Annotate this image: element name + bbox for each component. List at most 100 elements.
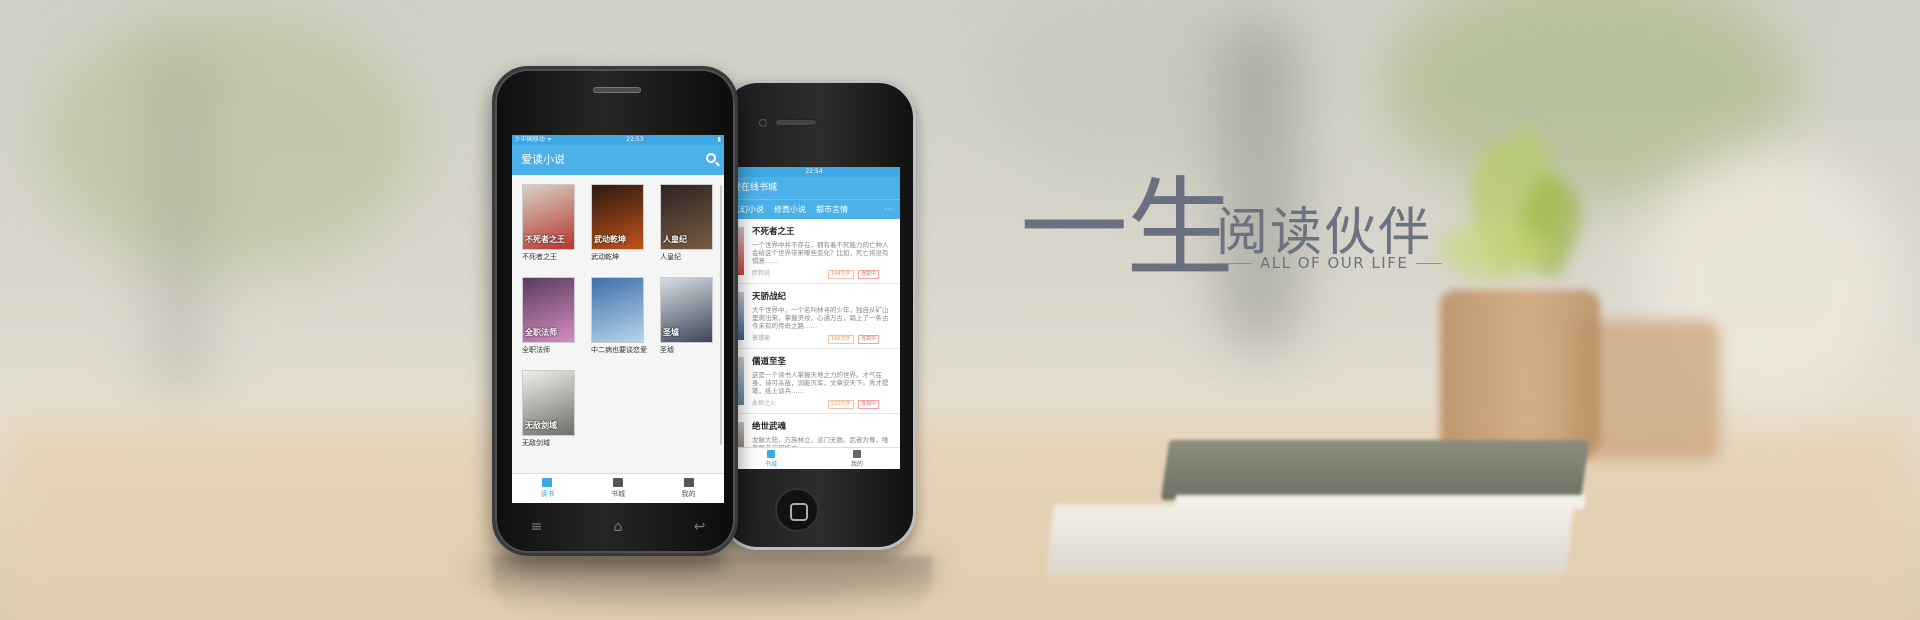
book-item[interactable]: 中二病也要谈恋爱 <box>591 277 647 362</box>
book-cover-text: 人皇纪 <box>663 235 687 244</box>
book-cover-text: 武动乾坤 <box>594 235 626 244</box>
speaker-grille <box>775 119 817 126</box>
book-title: 武动乾坤 <box>591 253 619 261</box>
book-description: 这是一个读书人掌握天地之力的世界。才气在身，诗可杀敌，词能灭军，文章安天下。秀才… <box>752 371 889 395</box>
phone-reflection <box>492 556 932 616</box>
bottom-nav: 书城 我的 <box>728 447 900 469</box>
tagline: 一生 阅读伙伴 ALL OF OUR LIFE <box>1020 167 1442 292</box>
nav-label: 我的 <box>681 490 696 498</box>
word-count-badge: 144万字 <box>828 270 854 279</box>
tagline-english: ALL OF OUR LIFE <box>1260 254 1409 272</box>
status-carrier: 3·中国移动 ᯤ <box>515 136 553 143</box>
nav-bookstore[interactable]: 书城 <box>728 448 814 469</box>
iphone-device: 22:54 爱在线书城 玄幻小说 修真小说 都市言情 ··· 不死者之王 一个世… <box>720 80 916 550</box>
home-key-icon[interactable]: ⌂ <box>614 519 623 535</box>
plant-pot <box>1440 290 1600 460</box>
search-icon[interactable] <box>706 153 716 163</box>
book-title: 圣墟 <box>660 346 674 354</box>
home-button[interactable] <box>775 488 819 532</box>
tab-xiuzhen[interactable]: 修真小说 <box>774 204 806 215</box>
app-title: 爱在线书城 <box>732 183 778 193</box>
book-item[interactable]: 无敌剑域 无敌剑域 <box>522 370 578 455</box>
book-item[interactable]: 圣墟 圣墟 <box>660 277 716 362</box>
nav-label: 我的 <box>850 461 863 468</box>
nav-mine[interactable]: 我的 <box>653 474 724 503</box>
book-cover-text: 圣墟 <box>663 328 679 337</box>
camera-icon <box>759 119 767 127</box>
book-cover: 全职法师 <box>522 277 575 343</box>
book-title: 不死者之王 <box>522 253 557 261</box>
android-screen: 3·中国移动 ᯤ 22:53 ▮ 爱读小说 不死者之王 不死者之王 武动乾坤 武动乾坤… <box>512 135 724 503</box>
status-badge: 连载中 <box>858 270 880 279</box>
tagline-big: 一生 <box>1020 167 1234 292</box>
book-item[interactable]: 不死者之王 不死者之王 <box>522 184 578 269</box>
book-cover-text: 不死者之王 <box>525 235 565 244</box>
background-book <box>1160 440 1590 500</box>
bookstore-icon <box>767 450 775 458</box>
background-book-pages <box>1174 495 1586 509</box>
app-title: 爱读小说 <box>521 153 565 166</box>
status-bar: 22:54 <box>728 167 900 177</box>
book-cover: 圣墟 <box>660 277 713 343</box>
book-description: 大千世界中，一个名叫林寻的少年，独自从矿山里爬出来，掌握灵纹，心通万古，踏上了一… <box>752 306 889 330</box>
book-cover-text: 无敌剑域 <box>525 421 557 430</box>
book-cover: 人皇纪 <box>660 184 713 250</box>
book-cover-text: 全职法师 <box>525 328 557 337</box>
bookshelf-grid: 不死者之王 不死者之王 武动乾坤 武动乾坤 人皇纪 人皇纪 全职法师 全职法师 中二病也要谈恋爱… <box>512 175 724 455</box>
nav-mine[interactable]: 我的 <box>814 448 900 469</box>
nav-label: 书城 <box>611 490 625 498</box>
battery-icon: ▮ <box>717 136 721 143</box>
book-title: 人皇纪 <box>660 253 681 261</box>
status-time: 22:54 <box>805 168 823 175</box>
category-tabs: 玄幻小说 修真小说 都市言情 ··· <box>728 199 900 219</box>
book-title: 全职法师 <box>522 346 550 354</box>
book-item[interactable]: 人皇纪 人皇纪 <box>660 184 716 269</box>
profile-icon <box>853 450 861 458</box>
android-device: 3·中国移动 ᯤ 22:53 ▮ 爱读小说 不死者之王 不死者之王 武动乾坤 武动乾坤… <box>492 66 738 556</box>
book-item[interactable]: 武动乾坤 武动乾坤 <box>591 184 647 269</box>
nav-label: 读书 <box>540 490 555 498</box>
book-row[interactable]: 儒道至圣 这是一个读书人掌握天地之力的世界。才气在身，诗可杀敌，词能灭军，文章安… <box>728 349 900 414</box>
app-header: 爱在线书城 <box>728 177 900 199</box>
book-row[interactable]: 天骄战纪 大千世界中，一个名叫林寻的少年，独自从矿山里爬出来，掌握灵纹，心通万古… <box>728 284 900 349</box>
book-cover: 武动乾坤 <box>591 184 644 250</box>
book-title: 无敌剑域 <box>522 439 550 447</box>
bookshelf-icon <box>542 478 553 487</box>
book-description: 一个世界中并不存在，拥有着不死能力的亡种人会给这个世界带来哪些变化？比如，死亡将… <box>752 241 889 265</box>
speaker-grille <box>593 87 641 93</box>
nav-bookstore[interactable]: 书城 <box>583 474 654 503</box>
menu-key-icon[interactable]: ≡ <box>531 519 543 535</box>
profile-icon <box>683 478 694 487</box>
plant-leaf <box>1440 220 1550 280</box>
bottom-nav: 读书 书城 我的 <box>512 473 724 503</box>
background-book <box>1046 505 1574 575</box>
status-bar: 3·中国移动 ᯤ 22:53 ▮ <box>512 135 724 145</box>
status-badge: 连载中 <box>858 400 880 409</box>
book-title: 不死者之王 <box>752 227 795 237</box>
book-cover: 不死者之王 <box>522 184 575 250</box>
status-badge: 连载中 <box>858 335 880 344</box>
book-cover <box>591 277 644 343</box>
book-icon <box>613 478 623 487</box>
iphone-screen: 22:54 爱在线书城 玄幻小说 修真小说 都市言情 ··· 不死者之王 一个世… <box>728 167 900 469</box>
hardware-keys: ≡ ⌂ ↩ <box>495 519 741 535</box>
book-title: 绝世武魂 <box>752 422 787 432</box>
book-row[interactable]: 不死者之王 一个世界中并不存在，拥有着不死能力的亡种人会给这个世界带来哪些变化？… <box>728 219 900 284</box>
tagline-divider <box>1216 263 1252 264</box>
nav-reading[interactable]: 读书 <box>512 474 583 503</box>
book-title: 中二病也要谈恋爱 <box>591 346 647 354</box>
scrollbar[interactable] <box>720 185 722 445</box>
book-title: 天骄战纪 <box>752 292 787 302</box>
back-key-icon[interactable]: ↩ <box>694 519 706 535</box>
book-cover: 无敌剑域 <box>522 370 575 436</box>
word-count-badge: 196万字 <box>828 335 854 344</box>
word-count-badge: 520万字 <box>828 400 854 409</box>
book-title: 儒道至圣 <box>752 357 787 367</box>
tab-dushi[interactable]: 都市言情 <box>816 204 848 215</box>
more-tabs-button[interactable]: ··· <box>884 205 892 214</box>
book-item[interactable]: 全职法师 全职法师 <box>522 277 578 362</box>
status-time: 22:53 <box>626 136 644 143</box>
blurred-background <box>0 0 1920 620</box>
tagline-divider <box>1416 263 1442 264</box>
nav-label: 书城 <box>764 461 777 468</box>
